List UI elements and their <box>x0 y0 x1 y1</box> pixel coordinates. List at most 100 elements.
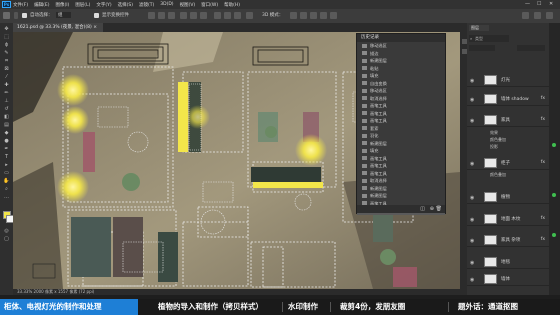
brush-tool-icon[interactable]: ✏ <box>3 90 10 96</box>
document-tab[interactable]: 1621.psd @ 33.3% (夜景, 混合)(8) × <box>13 23 103 32</box>
layer-filter-field[interactable]: ⌕ 类型 <box>469 35 509 42</box>
history-item[interactable]: 新建图层 <box>357 57 445 65</box>
dropdown-icon[interactable] <box>14 12 18 19</box>
layer-row[interactable]: ◉ 植物 <box>467 190 549 204</box>
eye-icon[interactable]: ◉ <box>470 277 474 283</box>
history-item[interactable]: 画笔工具 <box>357 117 445 125</box>
3d-rotate-icon[interactable] <box>290 12 297 19</box>
layer-effect-label[interactable]: 效果 <box>490 130 498 136</box>
crop-tool-icon[interactable]: ⌗ <box>3 58 10 64</box>
eye-icon[interactable]: ◉ <box>470 78 474 84</box>
maximize-icon[interactable]: ☐ <box>537 1 541 7</box>
quick-mask-icon[interactable]: ◎ <box>3 228 10 234</box>
move-tool-icon[interactable]: ✥ <box>3 26 10 32</box>
distribute-icon[interactable] <box>234 12 241 19</box>
align-center-icon[interactable] <box>158 12 165 19</box>
eyedropper-tool-icon[interactable]: ⁄ <box>3 74 10 80</box>
align-right-icon[interactable] <box>168 12 175 19</box>
menu-item-type[interactable]: 文字(Y) <box>96 2 111 8</box>
history-item[interactable]: 套索 <box>357 125 445 133</box>
history-brush-tool-icon[interactable]: ↺ <box>3 106 10 112</box>
eraser-tool-icon[interactable]: ◧ <box>3 114 10 120</box>
history-item[interactable]: 画笔工具 <box>357 110 445 118</box>
workspace-icon[interactable] <box>534 12 541 19</box>
type-tool-icon[interactable]: T <box>3 154 10 160</box>
marquee-tool-icon[interactable]: ⬚ <box>3 34 10 40</box>
gradient-tool-icon[interactable]: ▤ <box>3 122 10 128</box>
eye-icon[interactable]: ◉ <box>470 118 474 124</box>
trash-icon[interactable]: 🗑 <box>436 206 442 212</box>
close-icon[interactable]: ✕ <box>549 1 553 7</box>
history-item[interactable]: 画笔工具 <box>357 162 445 170</box>
menu-item-file[interactable]: 文件(F) <box>13 2 28 8</box>
3d-pan-icon[interactable] <box>310 12 317 19</box>
align-top-icon[interactable] <box>180 12 187 19</box>
menu-item-layer[interactable]: 图层(L) <box>75 2 90 8</box>
distribute-icon[interactable] <box>214 12 221 19</box>
history-item[interactable]: 移动选区 <box>357 87 445 95</box>
eye-icon[interactable]: ◉ <box>470 217 474 223</box>
menu-item-image[interactable]: 图像(I) <box>55 2 69 8</box>
clone-stamp-tool-icon[interactable]: ⊥ <box>3 98 10 104</box>
history-item[interactable]: 新建图层 <box>357 140 445 148</box>
layer-row[interactable]: ◉ 墙体 shadow fx <box>467 92 549 106</box>
eye-icon[interactable]: ◉ <box>470 260 474 266</box>
history-item[interactable]: 画笔工具 <box>357 155 445 163</box>
checkbox-transform[interactable] <box>94 13 99 18</box>
history-item[interactable]: 新建图层 <box>357 192 445 200</box>
dodge-tool-icon[interactable]: ● <box>3 138 10 144</box>
eye-icon[interactable]: ◉ <box>470 195 474 201</box>
blur-tool-icon[interactable]: ◆ <box>3 130 10 136</box>
layer-row[interactable]: ◉ 家具 杂项 fx <box>467 233 549 247</box>
blend-mode-dropdown[interactable] <box>469 45 495 51</box>
layer-row[interactable]: ◉ 地毯 <box>467 255 549 269</box>
move-tool-icon[interactable] <box>3 12 10 19</box>
menu-item-filter[interactable]: 滤镜(T) <box>139 2 154 8</box>
menu-item-3d[interactable]: 3D(D) <box>160 2 173 7</box>
menu-item-edit[interactable]: 编辑(E) <box>34 2 49 8</box>
history-item[interactable]: 描边 <box>357 50 445 58</box>
layer-row[interactable]: ◉ 柜子 fx <box>467 156 549 170</box>
eye-icon[interactable]: ◉ <box>470 238 474 244</box>
3d-scale-icon[interactable] <box>330 12 337 19</box>
3d-slide-icon[interactable] <box>320 12 327 19</box>
checkbox-auto-select[interactable] <box>22 13 27 18</box>
zoom-tool-icon[interactable]: ⌕ <box>3 186 10 192</box>
opacity-field[interactable] <box>517 45 545 51</box>
3d-roll-icon[interactable] <box>300 12 307 19</box>
distribute-icon[interactable] <box>224 12 231 19</box>
align-bottom-icon[interactable] <box>200 12 207 19</box>
layer-effect-label[interactable]: 颜色叠加 <box>490 137 506 143</box>
history-item[interactable]: 画笔工具 <box>357 170 445 178</box>
menu-item-help[interactable]: 帮助(H) <box>224 2 240 8</box>
history-item[interactable]: 移动选区 <box>357 42 445 50</box>
history-item[interactable]: 填充 <box>357 72 445 80</box>
lasso-tool-icon[interactable]: ϕ <box>3 42 10 48</box>
history-item[interactable]: 画笔工具 <box>357 102 445 110</box>
search-icon[interactable] <box>522 12 529 19</box>
layers-tab[interactable]: 图层 <box>469 25 489 31</box>
history-item[interactable]: 取消选择 <box>357 177 445 185</box>
eye-icon[interactable]: ◉ <box>470 161 474 167</box>
share-icon[interactable] <box>546 12 553 19</box>
new-snapshot-icon[interactable]: ◫ <box>420 206 425 212</box>
auto-select-dropdown[interactable]: 组 <box>56 12 71 18</box>
menu-item-select[interactable]: 选择(S) <box>118 2 133 8</box>
eye-icon[interactable]: ◉ <box>470 97 474 103</box>
more-options-icon[interactable] <box>246 12 253 19</box>
history-item[interactable]: 取消选择 <box>357 95 445 103</box>
layer-row[interactable]: ◉ 墙体 <box>467 272 549 286</box>
history-item[interactable]: 填充 <box>357 147 445 155</box>
layer-effect-label[interactable]: 投影 <box>490 144 498 150</box>
layer-row[interactable]: ◉ 地面 木纹 fx <box>467 212 549 226</box>
history-item[interactable]: 自由变换 <box>357 80 445 88</box>
new-document-icon[interactable]: ⊕ <box>430 206 434 212</box>
healing-brush-tool-icon[interactable]: ✚ <box>3 82 10 88</box>
screen-mode-icon[interactable]: ▢ <box>3 236 10 242</box>
align-left-icon[interactable] <box>148 12 155 19</box>
layer-effect-label[interactable]: 颜色叠加 <box>490 172 506 178</box>
quick-select-tool-icon[interactable]: ✎ <box>3 50 10 56</box>
hand-tool-icon[interactable]: ✋ <box>3 178 10 184</box>
align-middle-icon[interactable] <box>190 12 197 19</box>
menu-item-window[interactable]: 窗口(W) <box>201 2 218 8</box>
